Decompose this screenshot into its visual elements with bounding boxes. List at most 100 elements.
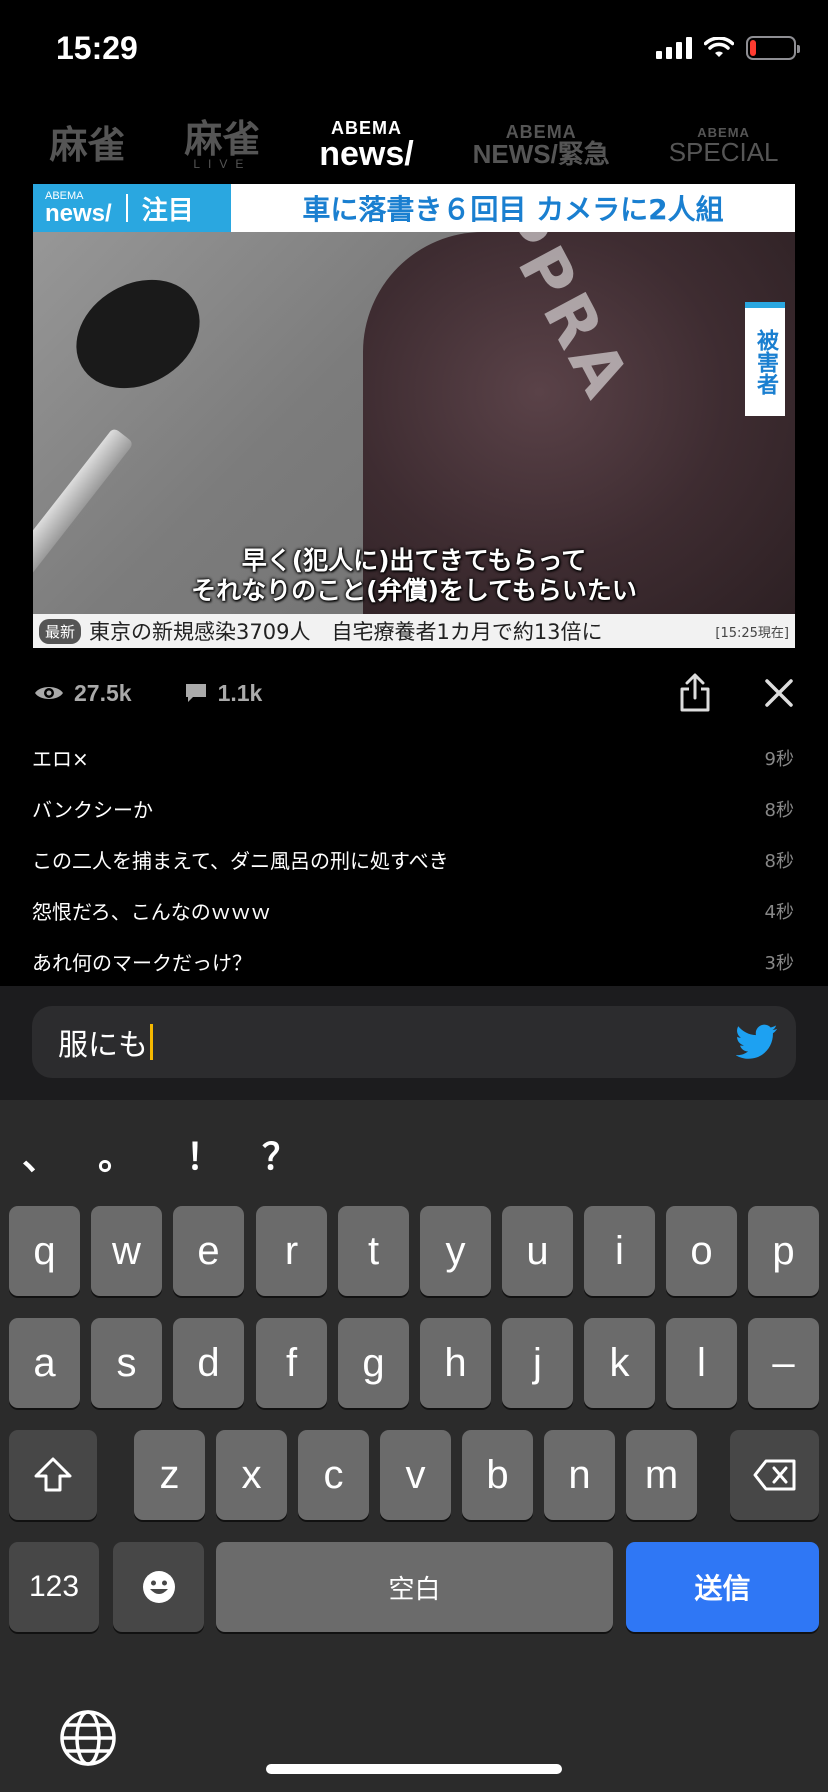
video-subtitle: 早く(犯人に)出てきてもらって それなりのこと(弁償)をしてもらいたい	[33, 546, 795, 606]
channel-sublabel: LIVE	[193, 157, 252, 171]
key-d[interactable]: d	[173, 1318, 244, 1408]
comment-text: あれ何のマークだっけ？	[32, 951, 252, 975]
channel-tab-abema-news[interactable]: ABEMA news/	[319, 119, 413, 171]
key-z[interactable]: z	[134, 1430, 205, 1520]
comment-item: バンクシーか 8秒	[0, 783, 828, 834]
key-r[interactable]: r	[256, 1206, 327, 1296]
battery-icon	[746, 36, 800, 60]
comment-bubble-icon	[185, 684, 206, 702]
key-p[interactable]: p	[748, 1206, 819, 1296]
home-indicator[interactable]	[266, 1764, 562, 1774]
channel-label: NEWS/緊急	[472, 139, 610, 169]
emoji-key[interactable]	[113, 1542, 204, 1632]
video-player[interactable]: PPRA ABEMA news/ 注目 車に落書き６回目 カメラに2人組 被害者…	[33, 184, 795, 648]
key-n[interactable]: n	[544, 1430, 615, 1520]
key-f[interactable]: f	[256, 1318, 327, 1408]
comment-item: この二人を捕まえて、ダニ風呂の刑に処すべき 8秒	[0, 834, 828, 885]
space-key[interactable]: 空白	[216, 1542, 613, 1632]
share-icon[interactable]	[678, 673, 712, 713]
key-s[interactable]: s	[91, 1318, 162, 1408]
channel-tab-mahjong-live[interactable]: 麻雀 LIVE	[184, 116, 261, 171]
news-ticker: 最新 東京の新規感染3709人 自宅療養者1カ月で約13倍に [15:25現在]	[33, 614, 795, 648]
key-t[interactable]: t	[338, 1206, 409, 1296]
shift-key[interactable]	[9, 1430, 97, 1520]
comment-time: 8秒	[764, 850, 794, 872]
comment-input-area: 服にも	[0, 986, 828, 1100]
key-a[interactable]: a	[9, 1318, 80, 1408]
key-l[interactable]: l	[666, 1318, 737, 1408]
comment-count-value: 1.1k	[217, 679, 263, 706]
comment-text: 怨恨だろ、こんなのｗｗｗ	[32, 900, 271, 924]
subtitle-line-2: それなりのこと(弁償)をしてもらいたい	[191, 576, 637, 605]
punctuation-bar: 、 。 ！ ？	[0, 1128, 828, 1188]
key-b[interactable]: b	[462, 1430, 533, 1520]
globe-icon[interactable]	[58, 1708, 118, 1768]
comment-time: 9秒	[764, 748, 794, 770]
comment-count: 1.1k	[184, 679, 263, 707]
ticker-text: 東京の新規感染3709人 自宅療養者1カ月で約13倍に	[89, 620, 603, 644]
key-long-vowel[interactable]: –	[748, 1318, 819, 1408]
status-icons	[656, 36, 800, 60]
key-e[interactable]: e	[173, 1206, 244, 1296]
ticker-time: [15:25現在]	[715, 625, 789, 641]
comment-time: 4秒	[764, 901, 794, 923]
close-icon[interactable]	[764, 678, 794, 708]
microphone	[56, 258, 220, 410]
punct-key-question[interactable]: ？	[262, 1128, 298, 1180]
key-u[interactable]: u	[502, 1206, 573, 1296]
backspace-icon	[753, 1459, 795, 1491]
software-keyboard: 、 。 ！ ？ q w e r t y u i o p a s d f g h …	[0, 1100, 828, 1792]
video-category: 注目	[141, 194, 194, 225]
subtitle-line-1: 早く(犯人に)出てきてもらって	[241, 546, 587, 575]
comment-input-value[interactable]: 服にも	[58, 1020, 148, 1064]
wifi-icon	[704, 37, 734, 57]
comment-time: 3秒	[764, 952, 794, 974]
comment-item: 怨恨だろ、こんなのｗｗｗ 4秒	[0, 885, 828, 936]
channel-tab-abema-news-urgent[interactable]: ABEMA NEWS/緊急	[473, 123, 610, 167]
cellular-signal-icon	[656, 37, 692, 59]
punct-key-exclamation[interactable]: ！	[186, 1128, 222, 1180]
video-headline: 車に落書き６回目 カメラに2人組	[302, 193, 724, 226]
key-i[interactable]: i	[584, 1206, 655, 1296]
status-time: 15:29	[56, 30, 138, 66]
status-bar: 15:29	[0, 0, 828, 100]
key-g[interactable]: g	[338, 1318, 409, 1408]
key-y[interactable]: y	[420, 1206, 491, 1296]
key-c[interactable]: c	[298, 1430, 369, 1520]
key-v[interactable]: v	[380, 1430, 451, 1520]
comment-list: エロ× 9秒 バンクシーか 8秒 この二人を捕まえて、ダニ風呂の刑に処すべき 8…	[0, 732, 828, 987]
battery-level	[750, 40, 756, 56]
key-w[interactable]: w	[91, 1206, 162, 1296]
punct-key-comma[interactable]: 、	[22, 1128, 58, 1180]
key-x[interactable]: x	[216, 1430, 287, 1520]
comment-text: エロ×	[32, 747, 89, 771]
numbers-key[interactable]: 123	[9, 1542, 99, 1632]
key-q[interactable]: q	[9, 1206, 80, 1296]
eye-icon	[35, 687, 63, 699]
video-stats-bar: 27.5k 1.1k	[0, 668, 828, 718]
abema-news-logo: ABEMA news/ 注目	[33, 184, 231, 232]
key-k[interactable]: k	[584, 1318, 655, 1408]
video-side-label: 被害者	[745, 302, 785, 416]
text-caret	[150, 1024, 153, 1060]
view-count-value: 27.5k	[74, 679, 132, 706]
channel-tab-mahjong[interactable]: 麻雀	[49, 126, 125, 164]
channel-label: 麻雀	[49, 122, 126, 167]
comment-input[interactable]: 服にも	[32, 1006, 796, 1078]
channel-label: SPECIAL	[668, 136, 779, 167]
backspace-key[interactable]	[730, 1430, 819, 1520]
logo-divider	[125, 194, 128, 222]
punct-key-period[interactable]: 。	[98, 1128, 134, 1180]
view-count: 27.5k	[34, 680, 132, 707]
twitter-share-icon[interactable]	[736, 1024, 778, 1060]
channel-label: 麻雀	[184, 116, 261, 161]
key-j[interactable]: j	[502, 1318, 573, 1408]
comment-item: あれ何のマークだっけ？ 3秒	[0, 936, 828, 987]
comment-item: エロ× 9秒	[0, 732, 828, 783]
key-m[interactable]: m	[626, 1430, 697, 1520]
channel-tab-abema-special[interactable]: ABEMA SPECIAL	[669, 126, 779, 165]
comment-time: 8秒	[764, 799, 794, 821]
key-o[interactable]: o	[666, 1206, 737, 1296]
send-key[interactable]: 送信	[626, 1542, 819, 1632]
key-h[interactable]: h	[420, 1318, 491, 1408]
